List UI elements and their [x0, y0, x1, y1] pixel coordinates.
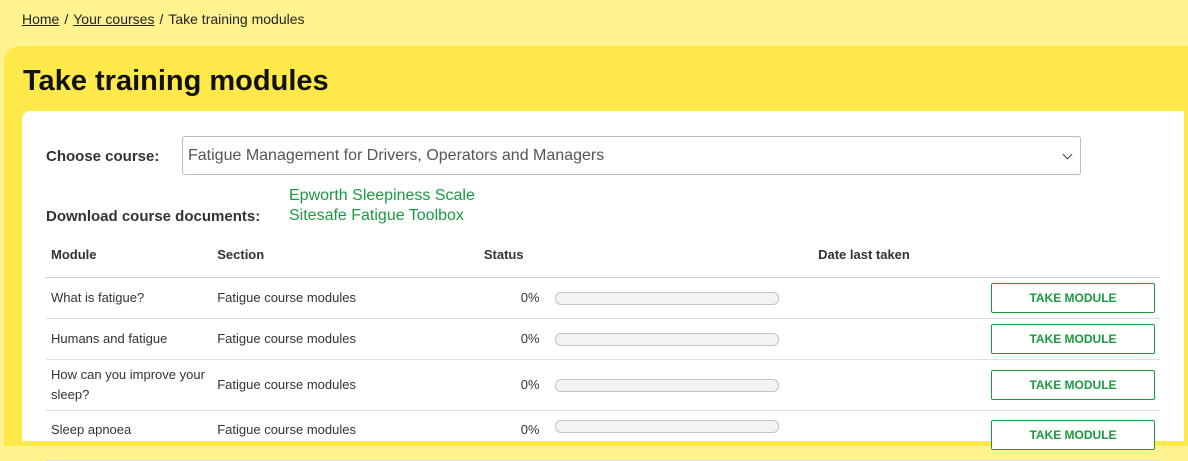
status-percent: 0% — [478, 318, 550, 360]
section-name: Fatigue course modules — [212, 318, 479, 360]
course-select-value: Fatigue Management for Drivers, Operator… — [188, 147, 605, 164]
section-name: Fatigue course modules — [212, 277, 479, 319]
take-module-button[interactable]: TAKE MODULE — [991, 420, 1155, 450]
column-header-progress — [549, 231, 814, 278]
action-cell: TAKE MODULE — [985, 318, 1160, 360]
module-name: Humans and fatigue — [46, 318, 213, 360]
table-row: What is fatigue? Fatigue course modules … — [46, 277, 1160, 319]
progress-cell — [549, 318, 814, 360]
date-last-taken — [813, 410, 986, 461]
progress-cell — [549, 359, 814, 411]
date-last-taken — [813, 277, 986, 319]
action-cell: TAKE MODULE — [985, 410, 1160, 461]
module-name: How can you improve your sleep? — [46, 359, 213, 411]
module-name: What is fatigue? — [46, 277, 213, 319]
epworth-sleepiness-scale-link[interactable]: Epworth Sleepiness Scale — [289, 186, 475, 206]
table-row: How can you improve your sleep? Fatigue … — [46, 359, 1160, 411]
progress-cell — [549, 410, 814, 461]
table-header-row: Module Section Status Date last taken — [46, 231, 1160, 278]
module-name: Sleep apnoea — [46, 410, 213, 461]
column-header-action — [985, 231, 1160, 278]
status-percent: 0% — [478, 410, 550, 461]
download-documents-label: Download course documents: — [46, 208, 261, 225]
breadcrumb-your-courses-link[interactable]: Your courses — [73, 11, 154, 27]
breadcrumb-current: Take training modules — [168, 11, 305, 27]
take-module-button[interactable]: TAKE MODULE — [991, 324, 1155, 354]
choose-course-label: Choose course: — [46, 148, 160, 165]
page-title: Take training modules — [23, 65, 329, 97]
section-name: Fatigue course modules — [212, 359, 479, 411]
section-name: Fatigue course modules — [212, 410, 479, 461]
table-row: Sleep apnoea Fatigue course modules 0% T… — [46, 410, 1160, 461]
document-links: Epworth Sleepiness Scale Sitesafe Fatigu… — [289, 186, 475, 226]
status-percent: 0% — [478, 277, 550, 319]
column-header-module: Module — [46, 231, 213, 278]
breadcrumb-separator: / — [159, 11, 164, 27]
breadcrumb: Home / Your courses / Take training modules — [22, 11, 305, 27]
course-select[interactable]: Fatigue Management for Drivers, Operator… — [182, 136, 1081, 175]
status-percent: 0% — [478, 359, 550, 411]
breadcrumb-separator: / — [64, 11, 69, 27]
progress-bar — [554, 378, 779, 392]
progress-bar — [554, 332, 779, 346]
column-header-date: Date last taken — [813, 231, 986, 278]
action-cell: TAKE MODULE — [985, 277, 1160, 319]
date-last-taken — [813, 318, 986, 360]
progress-cell — [549, 277, 814, 319]
progress-bar — [554, 291, 779, 305]
progress-bar — [554, 420, 779, 433]
action-cell: TAKE MODULE — [985, 359, 1160, 411]
sitesafe-fatigue-toolbox-link[interactable]: Sitesafe Fatigue Toolbox — [289, 206, 475, 226]
table-row: Humans and fatigue Fatigue course module… — [46, 318, 1160, 360]
breadcrumb-home-link[interactable]: Home — [22, 11, 59, 27]
date-last-taken — [813, 359, 986, 411]
take-module-button[interactable]: TAKE MODULE — [991, 283, 1155, 313]
content-card: Choose course: Fatigue Management for Dr… — [22, 111, 1184, 461]
column-header-section: Section — [212, 231, 479, 278]
chevron-down-icon — [1062, 149, 1073, 160]
column-header-status: Status — [478, 231, 550, 278]
take-module-button[interactable]: TAKE MODULE — [991, 370, 1155, 400]
modules-table: Module Section Status Date last taken Wh… — [46, 231, 1160, 461]
